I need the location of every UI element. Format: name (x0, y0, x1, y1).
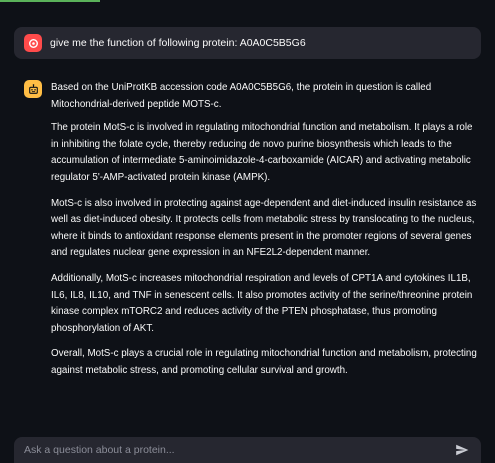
assistant-avatar-icon (24, 80, 42, 98)
user-message-text: give me the function of following protei… (50, 37, 306, 49)
assistant-paragraph: Based on the UniProtKB accession code A0… (51, 82, 432, 110)
user-message: give me the function of following protei… (14, 27, 481, 59)
assistant-paragraph: Overall, MotS-c plays a crucial role in … (51, 348, 477, 376)
chat-input-container (14, 437, 481, 463)
user-avatar-icon (24, 34, 42, 52)
top-accent-bar (0, 0, 100, 2)
assistant-paragraph: Additionally, MotS-c increases mitochond… (51, 272, 473, 334)
assistant-paragraph: The protein MotS-c is involved in regula… (51, 122, 473, 183)
chat-input[interactable] (24, 444, 444, 456)
send-button[interactable] (453, 441, 471, 459)
assistant-paragraph: MotS-c is also involved in protecting ag… (51, 197, 477, 259)
send-icon (456, 444, 469, 456)
assistant-message: Based on the UniProtKB accession code A0… (14, 80, 481, 411)
assistant-message-body: Based on the UniProtKB accession code A0… (51, 80, 481, 389)
